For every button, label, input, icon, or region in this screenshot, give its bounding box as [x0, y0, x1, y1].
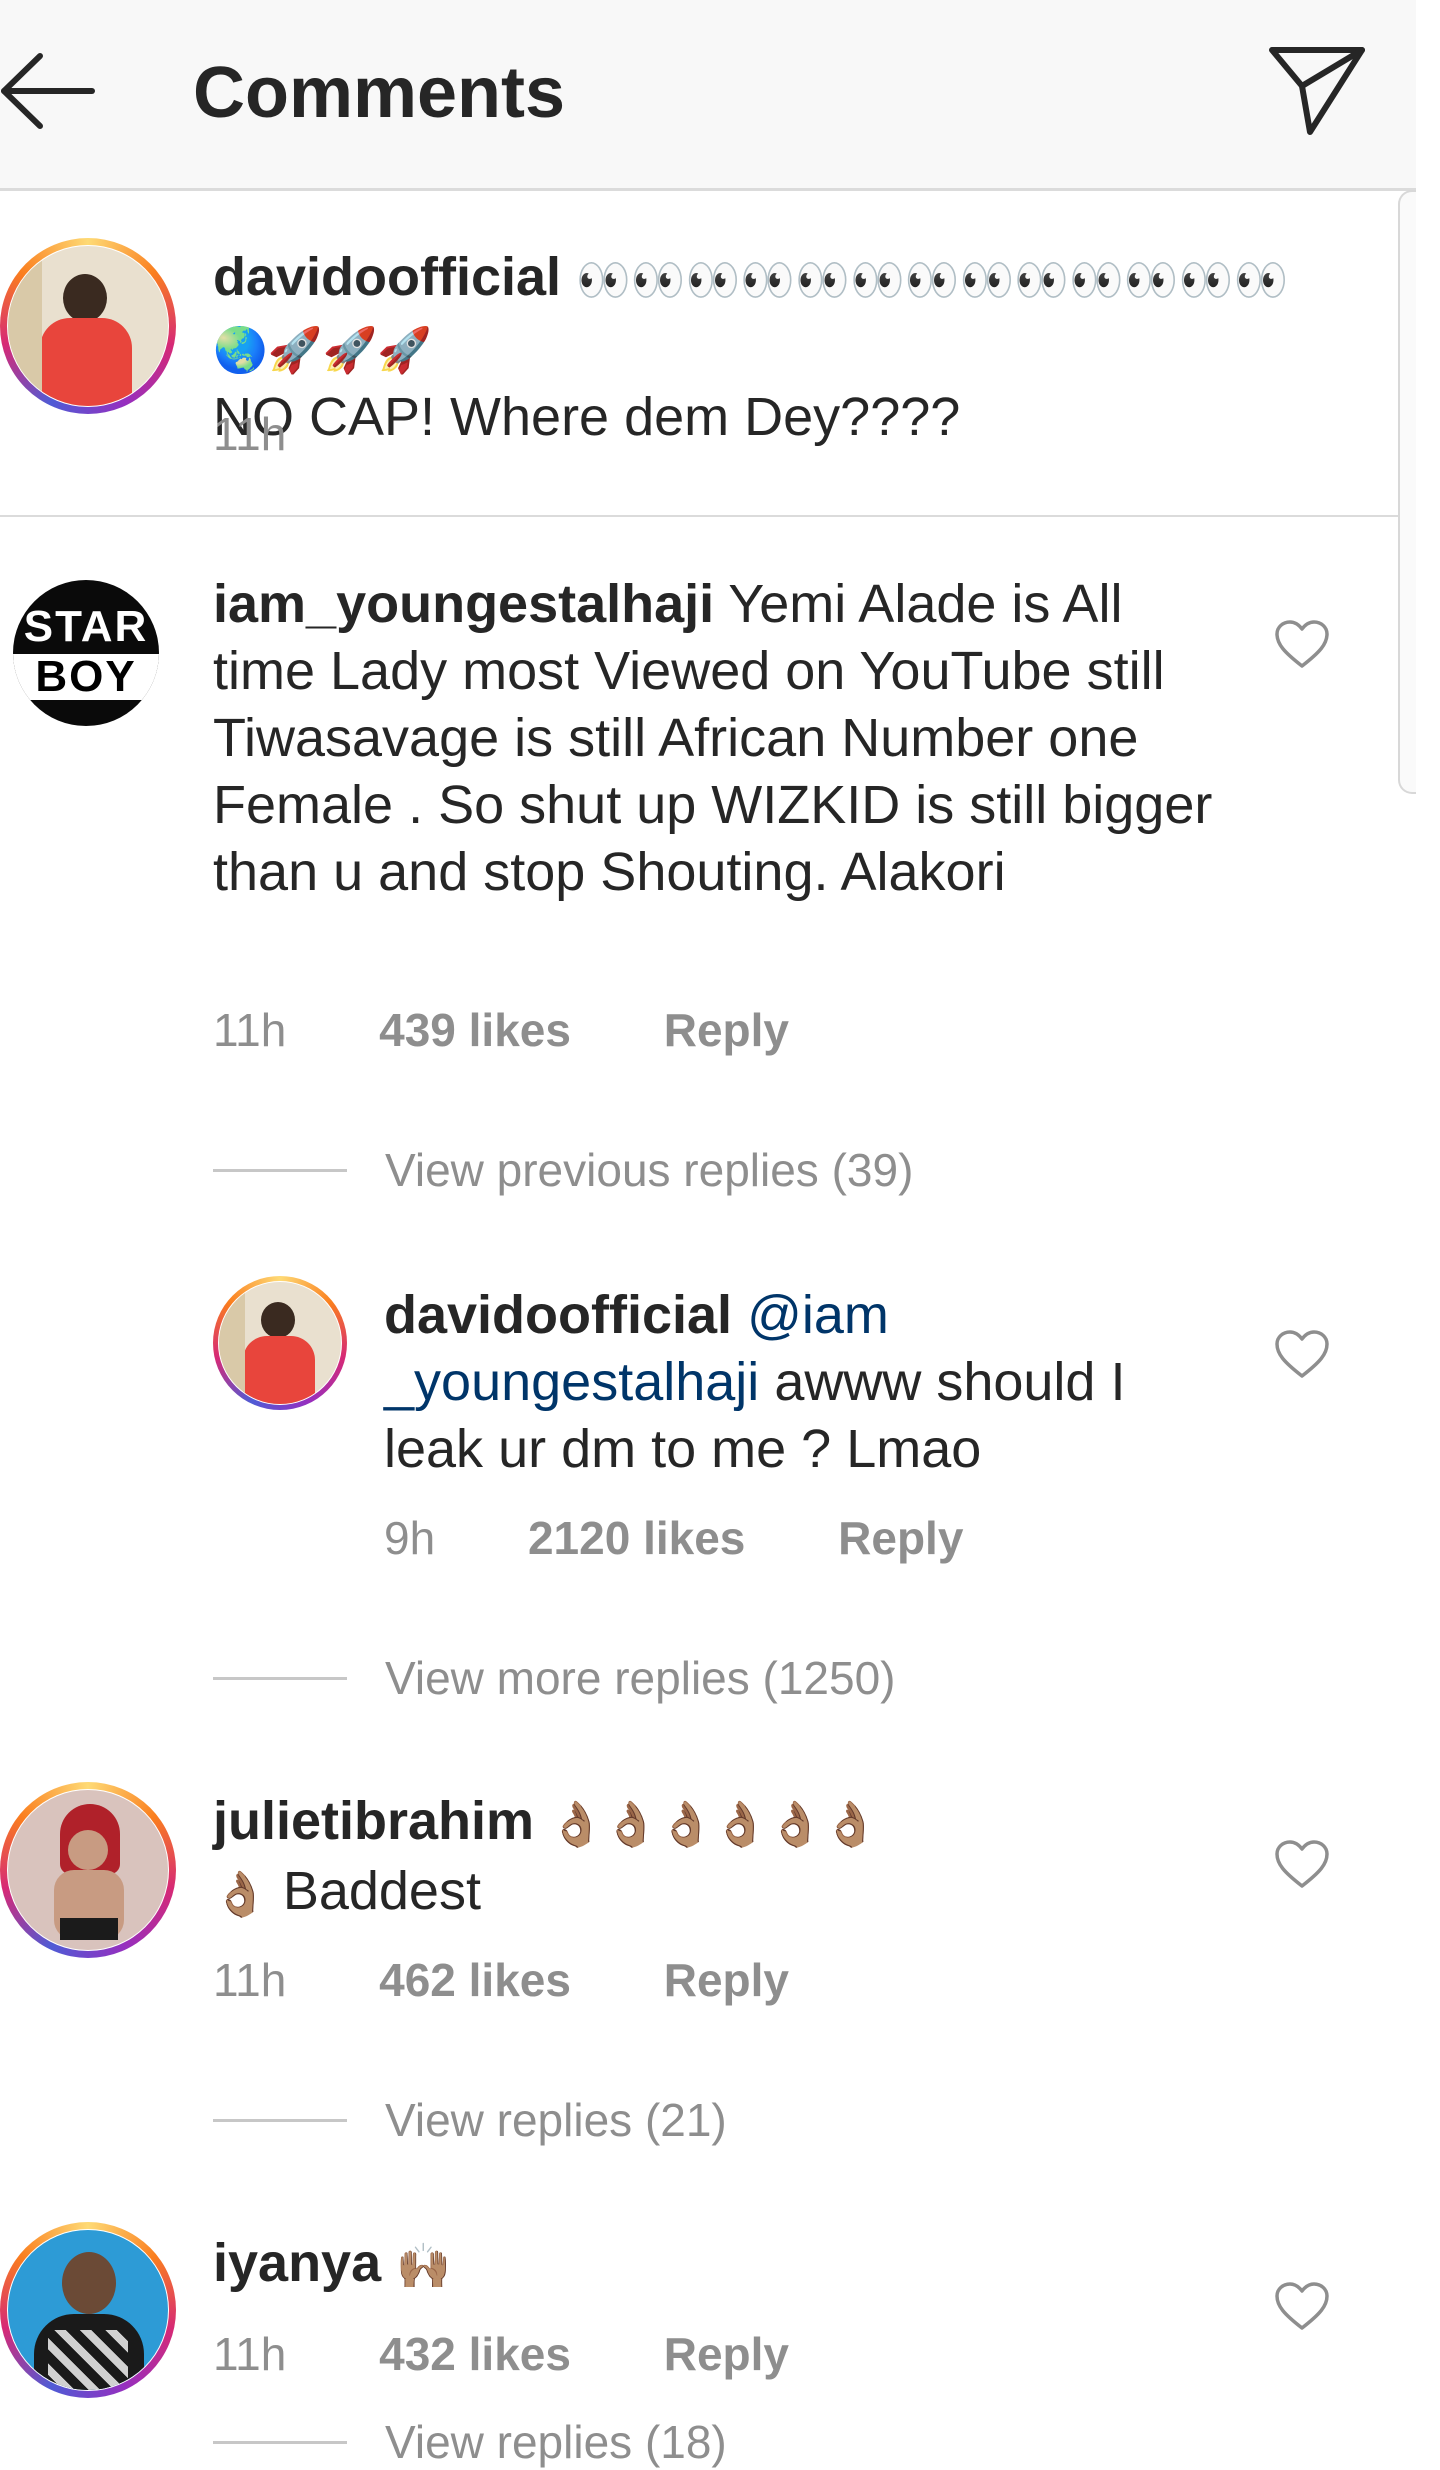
send-direct-icon[interactable] — [1262, 40, 1372, 140]
view-previous-label: View previous replies (39) — [385, 1144, 914, 1196]
comment-body: julietibrahim 👌🏽👌🏽👌🏽👌🏽👌🏽👌🏽 👌🏽 Baddest — [213, 1788, 1313, 1928]
username-link[interactable]: davidoofficial — [213, 247, 561, 307]
likes-count[interactable]: 2120 likes — [528, 1510, 745, 1566]
avatar-iyanya[interactable] — [0, 2222, 176, 2398]
avatar-iam-youngestalhaji[interactable]: STAR BOY — [13, 580, 159, 726]
reply-body: davidoofficial @iam _youngestalhaji awww… — [384, 1282, 1204, 1483]
username-link[interactable]: davidoofficial — [384, 1285, 732, 1345]
heart-icon[interactable] — [1274, 1330, 1330, 1380]
timestamp: 11h — [213, 408, 287, 460]
username-link[interactable]: julietibrahim — [213, 1791, 534, 1851]
header-bar: Comments — [0, 0, 1416, 191]
heart-icon[interactable] — [1274, 620, 1330, 670]
heart-icon[interactable] — [1274, 1840, 1330, 1890]
back-arrow-icon[interactable] — [0, 46, 96, 136]
timestamp: 9h — [384, 1512, 436, 1564]
comment-caption: davidoofficial 👀👀👀👀👀👀👀👀👀👀👀👀👀🌏🚀🚀🚀 NO CAP!… — [213, 244, 1313, 451]
view-more-replies[interactable]: View more replies (1250) — [213, 1650, 896, 1706]
avatar-text: STAR — [23, 602, 149, 651]
thread-line — [213, 2119, 347, 2123]
right-edge — [1416, 0, 1440, 2460]
thread-line — [213, 2441, 347, 2445]
page-title: Comments — [193, 53, 566, 133]
avatar-julietibrahim[interactable] — [0, 1782, 176, 1958]
comment-meta: 11h 439 likes Reply — [213, 1002, 789, 1058]
view-replies[interactable]: View replies (21) — [213, 2092, 727, 2148]
comment-text: Baddest — [282, 1861, 481, 1921]
emoji-string: 🙌🏽 — [396, 2241, 451, 2292]
timestamp: 11h — [213, 1004, 287, 1056]
username-link[interactable]: iam_youngestalhaji — [213, 574, 714, 634]
thread-line — [213, 1677, 347, 1681]
comment-meta: 11h 432 likes Reply — [213, 2326, 789, 2382]
comment-body: iyanya 🙌🏽 — [213, 2230, 1313, 2300]
avatar-text: BOY — [13, 654, 159, 700]
view-replies[interactable]: View replies (18) — [213, 2414, 727, 2470]
view-previous-replies[interactable]: View previous replies (39) — [213, 1142, 913, 1198]
reply-button[interactable]: Reply — [664, 1002, 789, 1058]
comment-meta: 11h 462 likes Reply — [213, 1952, 789, 2008]
emoji-string: 👌🏽👌🏽👌🏽👌🏽👌🏽👌🏽 — [549, 1799, 878, 1850]
likes-count[interactable]: 462 likes — [379, 1952, 571, 2008]
view-more-label: View more replies (1250) — [385, 1652, 896, 1704]
reply-button[interactable]: Reply — [664, 1952, 789, 2008]
username-link[interactable]: iyanya — [213, 2233, 381, 2293]
reply-button[interactable]: Reply — [838, 1510, 963, 1566]
heart-icon[interactable] — [1274, 2282, 1330, 2332]
comment-meta: 11h — [213, 406, 286, 462]
reply-meta: 9h 2120 likes Reply — [384, 1510, 963, 1566]
timestamp: 11h — [213, 1954, 287, 2006]
likes-count[interactable]: 439 likes — [379, 1002, 571, 1058]
view-replies-label: View replies (18) — [385, 2416, 727, 2468]
caption-divider — [0, 515, 1398, 517]
emoji-string: 👌🏽 — [213, 1869, 268, 1920]
comment-body: iam_youngestalhaji Yemi Alade is All tim… — [213, 571, 1213, 906]
thread-line — [213, 1169, 347, 1173]
reply-button[interactable]: Reply — [664, 2326, 789, 2382]
comment-text: NO CAP! Where dem Dey???? — [213, 387, 961, 447]
timestamp: 11h — [213, 2328, 287, 2380]
scrollbar[interactable] — [1398, 190, 1416, 794]
view-replies-label: View replies (21) — [385, 2094, 727, 2146]
avatar-davidoofficial-reply[interactable] — [213, 1276, 347, 1410]
likes-count[interactable]: 432 likes — [379, 2326, 571, 2382]
avatar-davidoofficial[interactable] — [0, 238, 176, 414]
